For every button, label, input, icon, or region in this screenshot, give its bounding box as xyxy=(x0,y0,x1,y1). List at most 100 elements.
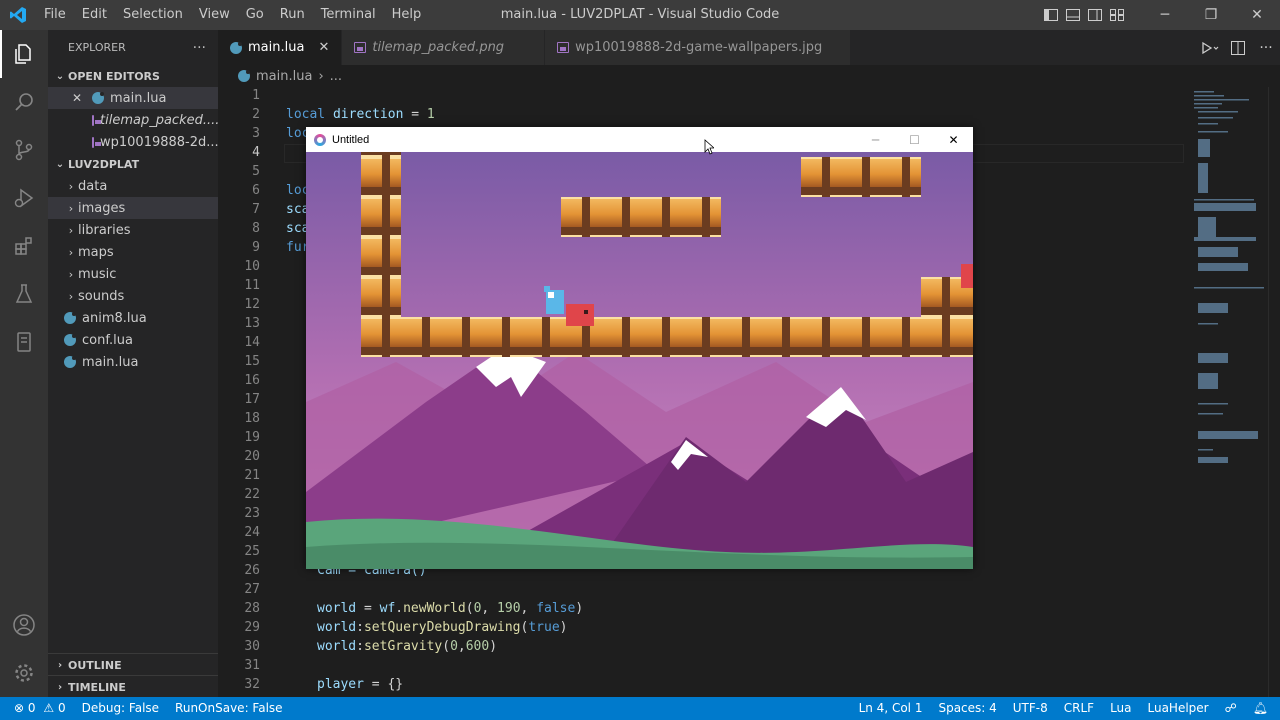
run-debug-icon[interactable] xyxy=(0,174,48,222)
line-number: 23 xyxy=(244,506,260,521)
folder-item-data[interactable]: › data xyxy=(48,175,218,197)
account-icon[interactable] xyxy=(0,601,48,649)
explorer-icon[interactable] xyxy=(0,30,48,78)
lua-helper[interactable]: LuaHelper xyxy=(1140,697,1217,720)
split-editor-icon[interactable] xyxy=(1224,40,1252,55)
folder-item-maps[interactable]: › maps xyxy=(48,241,218,263)
run-file-icon[interactable] xyxy=(1196,41,1224,55)
tab-wallpaper[interactable]: wp10019888-2d-game-wallpapers.jpg xyxy=(545,30,852,65)
chevron-right-icon: › xyxy=(68,267,74,281)
run-on-save-status[interactable]: RunOnSave: False xyxy=(167,697,291,720)
chevron-right-icon: › xyxy=(68,245,74,259)
code-token: ) xyxy=(489,639,498,654)
vertical-scrollbar[interactable] xyxy=(1268,87,1280,697)
game-canvas[interactable] xyxy=(306,152,973,569)
lua-file-icon xyxy=(64,356,76,368)
extensions-icon[interactable] xyxy=(0,222,48,270)
minimap[interactable] xyxy=(1188,87,1268,697)
toggle-panel-icon[interactable] xyxy=(1062,0,1084,30)
title-bar: File Edit Selection View Go Run Terminal… xyxy=(0,0,1280,30)
indentation[interactable]: Spaces: 4 xyxy=(930,697,1004,720)
menu-view[interactable]: View xyxy=(191,0,238,30)
folder-item-music[interactable]: › music xyxy=(48,263,218,285)
file-item-main[interactable]: main.lua xyxy=(48,351,218,373)
close-button[interactable]: ✕ xyxy=(1234,0,1280,30)
timeline-header[interactable]: › TIMELINE xyxy=(48,676,218,698)
customize-layout-icon[interactable] xyxy=(1106,0,1128,30)
close-tab-icon[interactable]: ✕ xyxy=(318,40,329,55)
menu-edit[interactable]: Edit xyxy=(74,0,115,30)
breadcrumb: main.lua › ... xyxy=(218,65,1280,87)
code-token: world xyxy=(317,620,357,635)
explorer-title: EXPLORER xyxy=(68,41,126,54)
line-number: 15 xyxy=(244,354,260,369)
outline-header[interactable]: › OUTLINE xyxy=(48,654,218,676)
chevron-right-icon: › xyxy=(68,201,74,215)
chevron-right-icon: › xyxy=(68,289,74,303)
notifications-bell-icon[interactable]: 🔔︎ xyxy=(1245,697,1280,720)
lua-file-icon xyxy=(238,70,250,82)
folder-label: data xyxy=(78,178,108,194)
open-editor-item[interactable]: wp10019888-2d... xyxy=(48,131,218,153)
menu-go[interactable]: Go xyxy=(238,0,272,30)
source-control-icon[interactable] xyxy=(0,126,48,174)
game-window-titlebar[interactable]: Untitled ─ ☐ ✕ xyxy=(306,127,973,152)
tab-main-lua[interactable]: main.lua ✕ xyxy=(218,30,343,65)
open-editor-item[interactable]: ✕ main.lua xyxy=(48,87,218,109)
menu-terminal[interactable]: Terminal xyxy=(313,0,384,30)
tab-label: main.lua xyxy=(248,40,305,55)
error-count: 0 xyxy=(27,701,36,715)
line-number: 21 xyxy=(244,468,260,483)
menu-file[interactable]: File xyxy=(36,0,74,30)
warning-count: 0 xyxy=(57,701,66,715)
file-item-anim8[interactable]: anim8.lua xyxy=(48,307,218,329)
chevron-right-icon: › xyxy=(57,681,63,693)
end-of-line[interactable]: CRLF xyxy=(1056,697,1102,720)
code-token: ( xyxy=(442,639,451,654)
minimize-button[interactable]: ─ xyxy=(1142,0,1188,30)
menu-selection[interactable]: Selection xyxy=(115,0,191,30)
menu-help[interactable]: Help xyxy=(384,0,430,30)
close-editor-icon[interactable]: ✕ xyxy=(72,91,92,105)
settings-gear-icon[interactable] xyxy=(0,649,48,697)
maximize-button[interactable]: ❐ xyxy=(1188,0,1234,30)
tab-tilemap-packed[interactable]: tilemap_packed.png xyxy=(342,30,546,65)
game-window: Untitled ─ ☐ ✕ xyxy=(306,127,973,569)
game-close-button[interactable]: ✕ xyxy=(934,127,973,152)
toggle-sidebar-icon[interactable] xyxy=(1040,0,1062,30)
search-icon[interactable] xyxy=(0,78,48,126)
chevron-right-icon: › xyxy=(68,179,74,193)
folder-item-libraries[interactable]: › libraries xyxy=(48,219,218,241)
file-item-conf[interactable]: conf.lua xyxy=(48,329,218,351)
game-minimize-button[interactable]: ─ xyxy=(856,127,895,152)
line-number: 6 xyxy=(252,183,260,198)
menu-run[interactable]: Run xyxy=(272,0,313,30)
breadcrumb-file[interactable]: main.lua xyxy=(256,69,312,84)
toggle-secondary-sidebar-icon[interactable] xyxy=(1084,0,1106,30)
feedback-icon[interactable]: ☍ xyxy=(1217,697,1245,720)
breadcrumb-symbol[interactable]: ... xyxy=(330,69,342,84)
problems-indicator[interactable]: ⊗ 0 ⚠ 0 xyxy=(0,697,74,720)
cursor-position[interactable]: Ln 4, Col 1 xyxy=(851,697,931,720)
line-number: 28 xyxy=(244,601,260,616)
project-folder-header[interactable]: ⌄ LUV2DPLAT xyxy=(48,153,218,175)
code-token: wf xyxy=(379,601,396,616)
open-editor-item[interactable]: tilemap_packed.... xyxy=(48,109,218,131)
line-number: 29 xyxy=(244,620,260,635)
testing-icon[interactable] xyxy=(0,270,48,318)
code-token: : xyxy=(356,620,364,635)
image-file-icon xyxy=(354,42,367,53)
more-actions-icon[interactable]: ··· xyxy=(1252,40,1280,56)
outline-label: OUTLINE xyxy=(68,658,122,672)
title-controls: ─ ❐ ✕ xyxy=(1040,0,1280,30)
debug-status[interactable]: Debug: False xyxy=(74,697,167,720)
language-mode[interactable]: Lua xyxy=(1102,697,1139,720)
remote-explorer-icon[interactable] xyxy=(0,318,48,366)
more-actions-button[interactable]: ··· xyxy=(193,40,206,56)
game-maximize-button[interactable]: ☐ xyxy=(895,127,934,152)
folder-item-sounds[interactable]: › sounds xyxy=(48,285,218,307)
folder-item-images[interactable]: › images xyxy=(48,197,218,219)
encoding[interactable]: UTF-8 xyxy=(1005,697,1056,720)
image-file-icon xyxy=(92,136,101,148)
open-editors-header[interactable]: ⌄ OPEN EDITORS xyxy=(48,65,218,87)
